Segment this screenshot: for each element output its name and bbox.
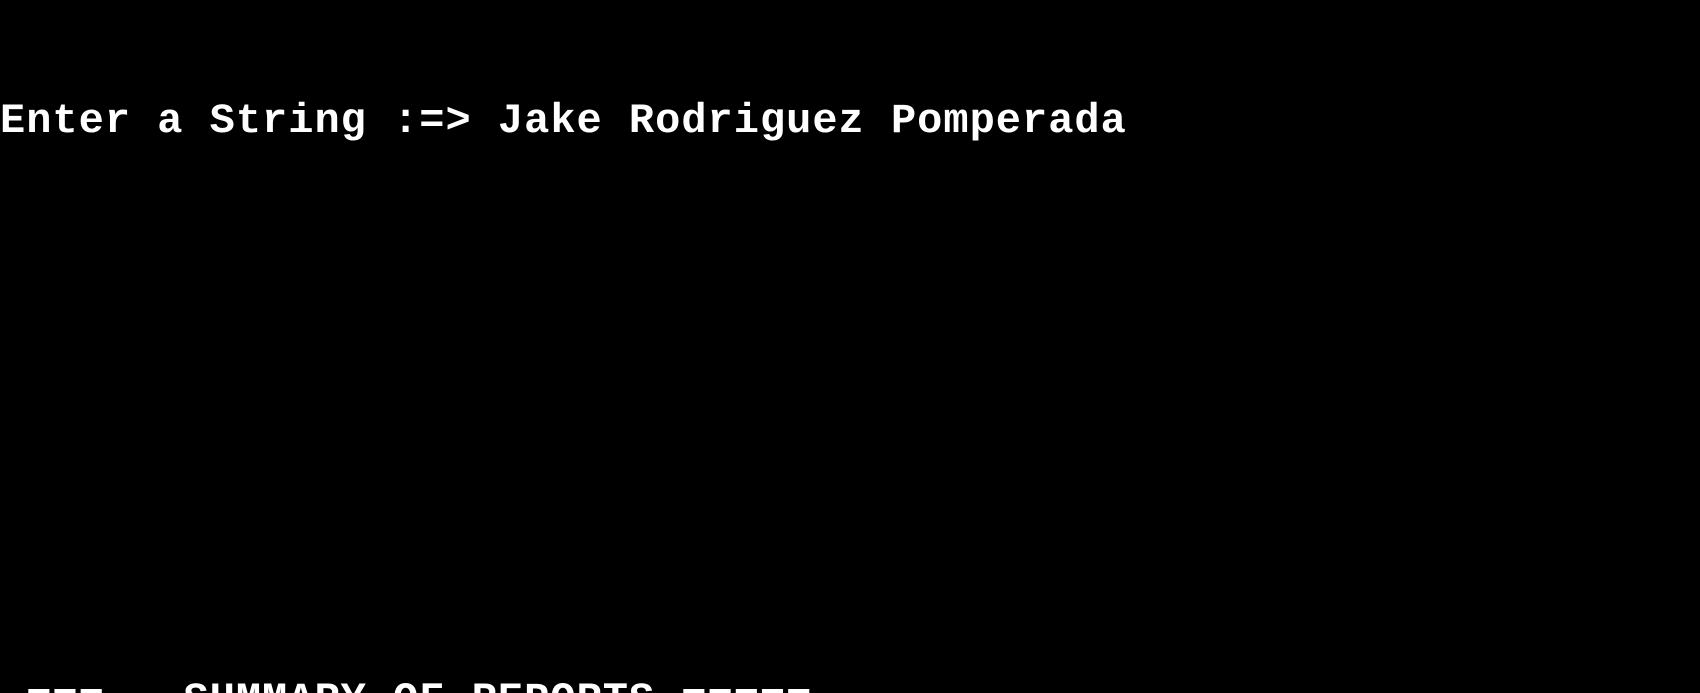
blank-line bbox=[0, 531, 1700, 579]
input-prompt-line: Enter a String :=> Jake Rodriguez Pomper… bbox=[0, 97, 1700, 145]
terminal-output: Enter a String :=> Jake Rodriguez Pomper… bbox=[0, 0, 1700, 693]
input-value: Jake Rodriguez Pomperada bbox=[498, 97, 1127, 145]
input-prompt-label: Enter a String :=> bbox=[0, 97, 472, 145]
report-header: === SUMMARY OF REPORTS ===== bbox=[0, 676, 1700, 693]
blank-line bbox=[0, 386, 1700, 434]
blank-line bbox=[0, 241, 1700, 289]
